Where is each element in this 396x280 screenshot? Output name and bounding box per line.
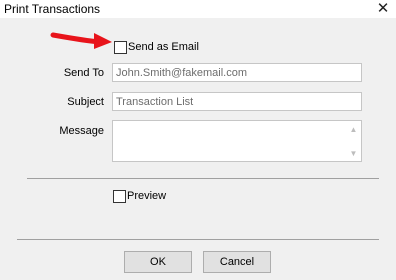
subject-field[interactable] (112, 92, 362, 111)
print-transactions-dialog: Print Transactions ✕ Send as Email Send … (0, 0, 396, 280)
message-label: Message (59, 125, 104, 137)
message-field[interactable]: ▲ ▼ (112, 120, 362, 162)
separator (27, 178, 379, 179)
window-title: Print Transactions (4, 2, 101, 16)
send-to-label: Send To (63, 67, 104, 79)
subject-label: Subject (67, 96, 104, 108)
send-to-field[interactable] (112, 63, 362, 82)
red-arrow-icon (50, 32, 112, 49)
title-bar: Print Transactions ✕ (0, 0, 396, 18)
scroll-up-icon[interactable]: ▲ (347, 123, 360, 135)
send-as-email-checkbox[interactable] (114, 41, 127, 54)
cancel-button[interactable]: Cancel (203, 251, 271, 273)
scroll-down-icon[interactable]: ▼ (347, 147, 360, 159)
close-icon[interactable]: ✕ (376, 0, 390, 17)
preview-checkbox[interactable] (113, 190, 126, 203)
separator-bottom (17, 239, 379, 240)
preview-label[interactable]: Preview (127, 190, 166, 202)
ok-button[interactable]: OK (124, 251, 192, 273)
send-as-email-label[interactable]: Send as Email (128, 41, 199, 53)
